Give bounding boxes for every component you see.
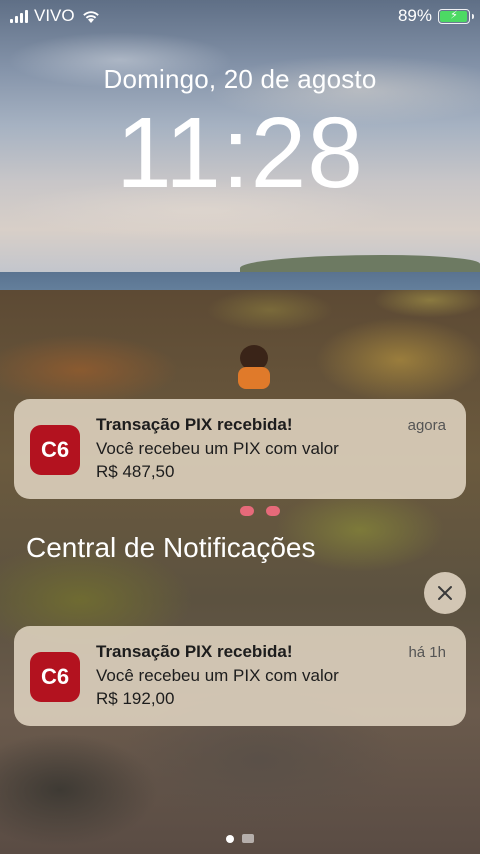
clear-notifications-button[interactable]: [424, 572, 466, 614]
battery-icon: ⚡: [438, 8, 474, 24]
notification-center-title: Central de Notificações: [26, 532, 316, 563]
notification-title: Transação PIX recebida!: [96, 415, 293, 434]
notification-pix-recent[interactable]: C6 Transação PIX recebida! Você recebeu …: [14, 399, 466, 499]
notification-body: Você recebeu um PIX com valor: [96, 439, 339, 458]
close-icon: [438, 586, 452, 600]
notification-title: Transação PIX recebida!: [96, 642, 293, 661]
signal-icon: [10, 9, 28, 23]
page-dot-active: [226, 834, 234, 843]
camera-page-icon: [242, 834, 254, 843]
page-indicator: [0, 834, 480, 843]
notification-pix-older[interactable]: C6 Transação PIX recebida! Você recebeu …: [14, 626, 466, 726]
lock-time: 11:28: [116, 97, 364, 209]
charging-bolt-icon: ⚡: [450, 9, 458, 22]
wallpaper-child-feet: [240, 500, 286, 516]
notification-amount: R$ 487,50: [96, 462, 175, 481]
carrier-label: VIVO: [34, 6, 75, 25]
notification-time: há 1h: [408, 644, 446, 661]
wifi-icon: [82, 10, 99, 23]
c6-app-icon: C6: [30, 652, 80, 702]
status-bar: VIVO 89% ⚡: [0, 0, 480, 32]
battery-percent: 89%: [397, 6, 432, 25]
notification-body: Você recebeu um PIX com valor: [96, 666, 339, 685]
c6-app-icon: C6: [30, 425, 80, 475]
lock-date: Domingo, 20 de agosto: [103, 64, 377, 94]
wallpaper-child: [232, 345, 276, 389]
notification-time: agora: [407, 417, 446, 434]
notification-amount: R$ 192,00: [96, 689, 175, 708]
